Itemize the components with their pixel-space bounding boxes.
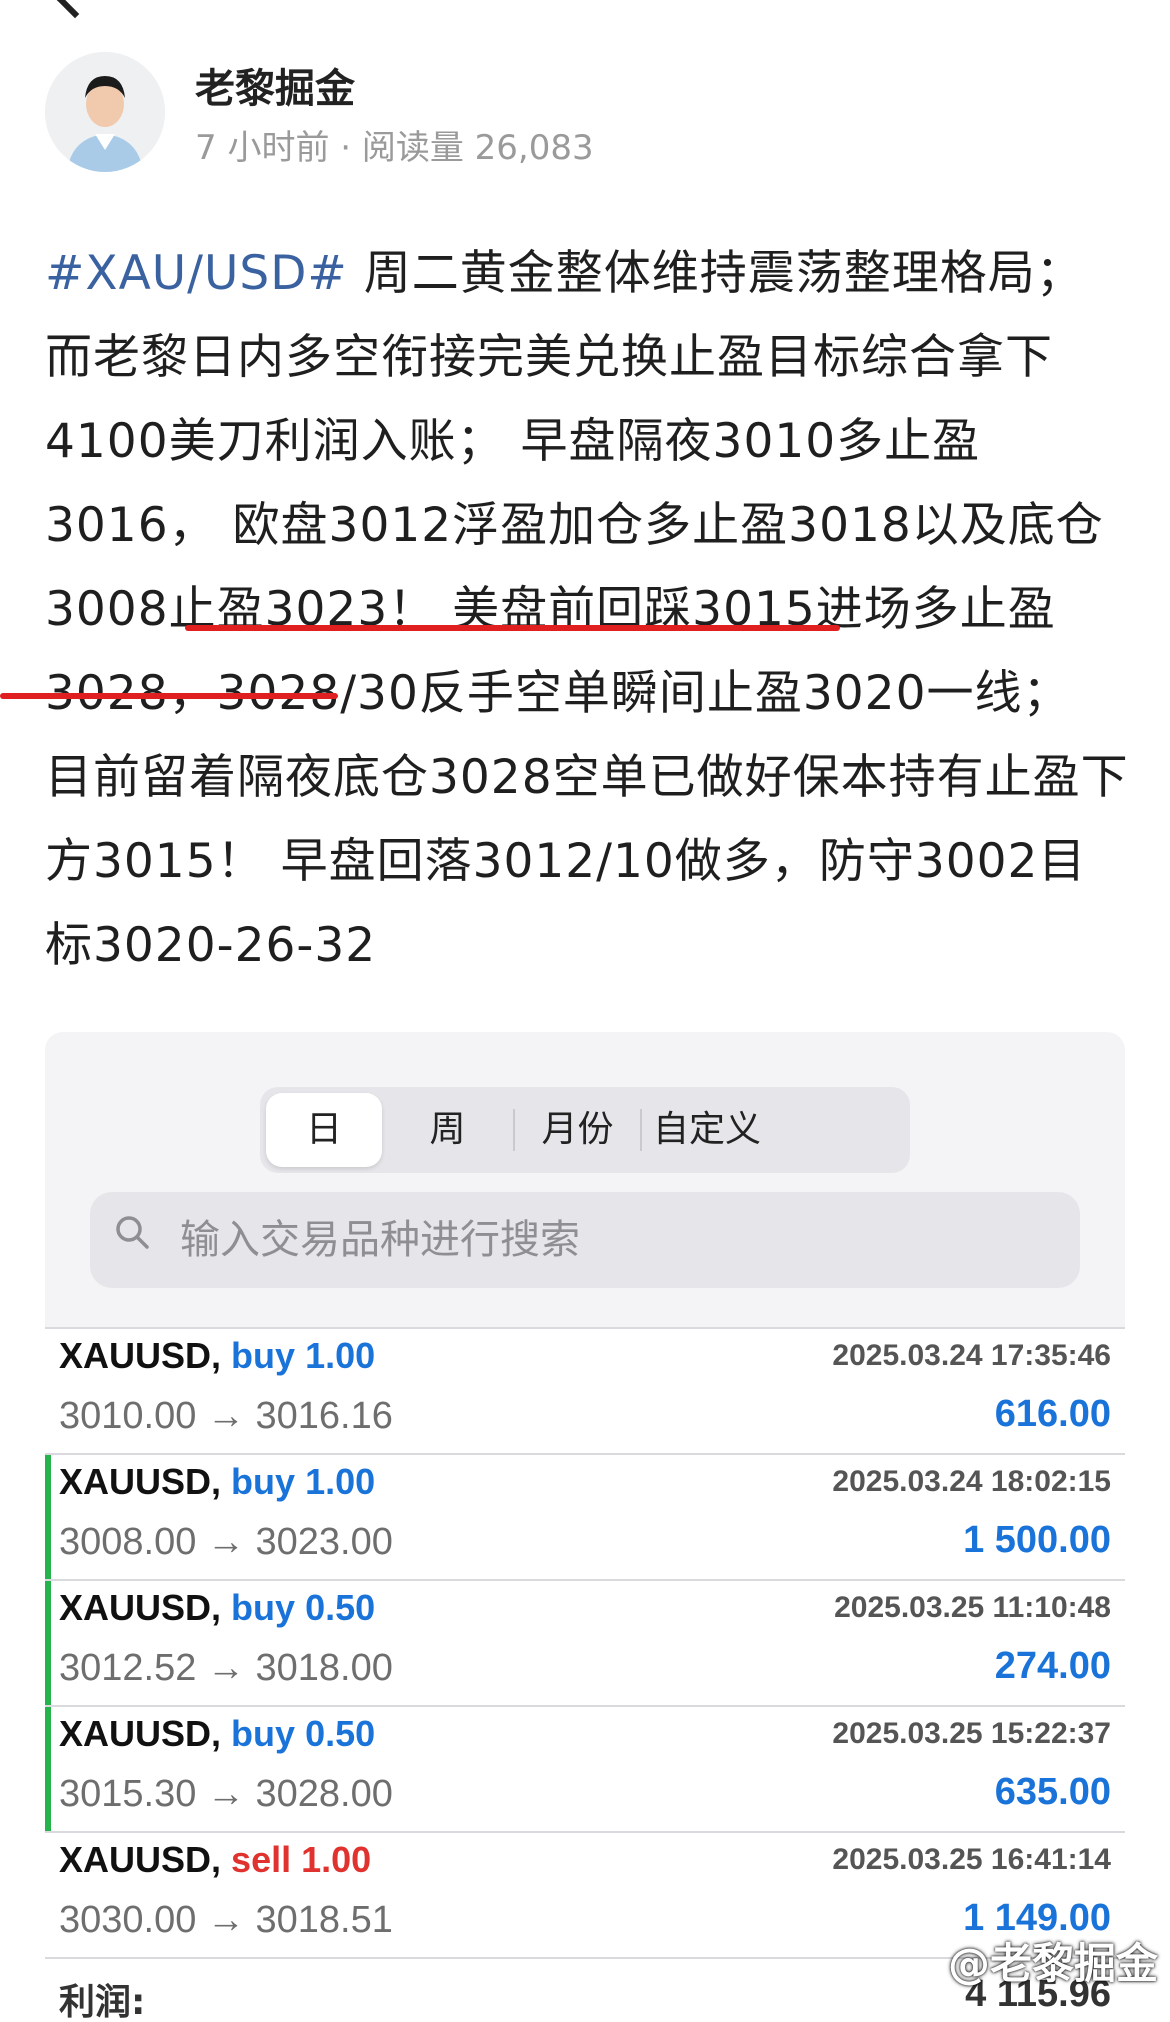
trade-volume: 1.00 <box>305 1461 376 1502</box>
trade-direction: sell <box>231 1839 292 1880</box>
tab-day[interactable]: 日 <box>266 1093 382 1167</box>
watermark: @老黎掘金 <box>947 1939 1158 1988</box>
trade-direction: buy <box>231 1713 296 1754</box>
trade-row[interactable]: XAUUSD, buy 1.00 3008.00 → 3023.00 2025.… <box>45 1453 1125 1579</box>
period-segmented-control: 日 周 月份 自定义 <box>260 1087 910 1173</box>
trade-time: 2025.03.25 11:10:48 <box>834 1591 1111 1624</box>
red-underline-annotation <box>0 693 338 699</box>
back-chevron-icon[interactable] <box>53 0 97 19</box>
tab-custom[interactable]: 自定义 <box>642 1087 772 1173</box>
trade-symbol: XAUUSD, <box>59 1839 222 1880</box>
post-text-part-1: 周二黄金整体维持震荡整理格局；而老黎日内多空衔接完美兑换止盈目标综合拿下4100… <box>45 246 1104 721</box>
tab-week[interactable]: 周 <box>385 1087 510 1173</box>
trade-symbol: XAUUSD, <box>59 1461 222 1502</box>
trade-list: XAUUSD, buy 1.00 3010.00 → 3016.16 2025.… <box>45 1327 1125 2022</box>
author-header: 老黎掘金 7 小时前 · 阅读量 26,083 <box>45 52 1125 172</box>
trade-prices: 3012.52 → 3018.00 <box>59 1647 393 1689</box>
trade-symbol: XAUUSD, <box>59 1713 222 1754</box>
trade-row[interactable]: XAUUSD, buy 0.50 3012.52 → 3018.00 2025.… <box>45 1579 1125 1705</box>
search-icon <box>116 1216 149 1249</box>
trade-symbol-line: XAUUSD, sell 1.00 <box>59 1839 371 1881</box>
search-placeholder: 输入交易品种进行搜索 <box>180 1217 580 1263</box>
trade-prices: 3030.00 → 3018.51 <box>59 1899 393 1941</box>
trade-direction: buy <box>231 1335 296 1376</box>
trade-profit: 616.00 <box>994 1393 1111 1435</box>
trade-row[interactable]: XAUUSD, buy 0.50 3015.30 → 3028.00 2025.… <box>45 1705 1125 1831</box>
trade-time: 2025.03.25 16:41:14 <box>832 1843 1111 1876</box>
trade-symbol-line: XAUUSD, buy 0.50 <box>59 1587 375 1629</box>
trade-volume: 0.50 <box>305 1587 376 1628</box>
profit-summary-label: 利润: <box>59 1982 146 2022</box>
trade-symbol-line: XAUUSD, buy 1.00 <box>59 1335 375 1377</box>
avatar[interactable] <box>45 52 165 172</box>
author-name[interactable]: 老黎掘金 <box>195 56 355 114</box>
red-underline-annotation <box>185 625 840 631</box>
trade-row[interactable]: XAUUSD, buy 1.00 3010.00 → 3016.16 2025.… <box>45 1327 1125 1453</box>
trade-prices: 3008.00 → 3023.00 <box>59 1521 393 1563</box>
trade-volume: 0.50 <box>305 1713 376 1754</box>
post-body: #XAU/USD# 周二黄金整体维持震荡整理格局；而老黎日内多空衔接完美兑换止盈… <box>45 232 1130 988</box>
hashtag-link[interactable]: #XAU/USD# <box>45 246 348 301</box>
avatar-person-icon <box>45 52 165 172</box>
trade-profit: 635.00 <box>994 1771 1111 1813</box>
trade-symbol-line: XAUUSD, buy 1.00 <box>59 1461 375 1503</box>
trade-direction: buy <box>231 1587 296 1628</box>
trade-history-card: 日 周 月份 自定义 输入交易品种进行搜索 XAUUSD, buy 1.00 3… <box>45 1032 1125 2022</box>
trade-prices: 3015.30 → 3028.00 <box>59 1773 393 1815</box>
trade-volume: 1.00 <box>301 1839 372 1880</box>
trade-prices: 3010.00 → 3016.16 <box>59 1395 393 1437</box>
post-meta: 7 小时前 · 阅读量 26,083 <box>195 128 594 168</box>
tab-month[interactable]: 月份 <box>515 1087 640 1173</box>
trade-volume: 1.00 <box>305 1335 376 1376</box>
search-input[interactable]: 输入交易品种进行搜索 <box>90 1192 1080 1288</box>
trade-symbol: XAUUSD, <box>59 1335 222 1376</box>
trade-direction: buy <box>231 1461 296 1502</box>
trade-symbol: XAUUSD, <box>59 1587 222 1628</box>
top-bar <box>0 0 1170 40</box>
trade-profit: 274.00 <box>994 1645 1111 1687</box>
trade-profit: 1 500.00 <box>963 1519 1111 1561</box>
trade-time: 2025.03.24 17:35:46 <box>832 1339 1111 1372</box>
trade-time: 2025.03.25 15:22:37 <box>832 1717 1111 1750</box>
trade-time: 2025.03.24 18:02:15 <box>832 1465 1111 1498</box>
trade-symbol-line: XAUUSD, buy 0.50 <box>59 1713 375 1755</box>
